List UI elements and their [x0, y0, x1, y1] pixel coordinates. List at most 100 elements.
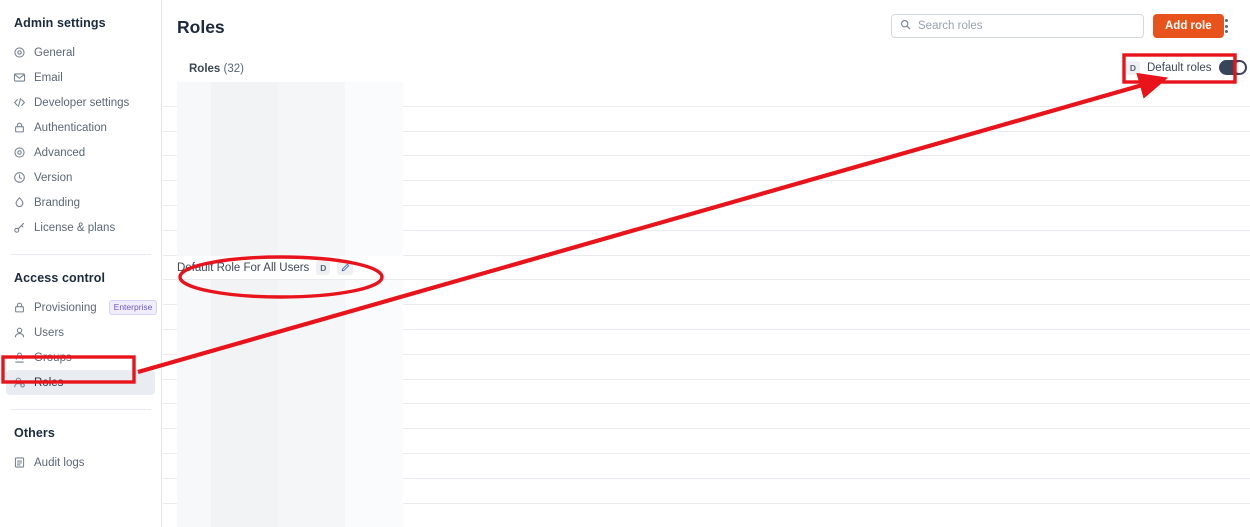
kebab-dot — [1224, 19, 1228, 22]
table-row[interactable] — [163, 305, 1250, 330]
key-icon — [13, 221, 26, 234]
roles-count-text: Roles — [189, 63, 221, 75]
sidebar-item-label: License & plans — [34, 221, 116, 234]
redacted-cells — [177, 156, 403, 182]
table-row[interactable] — [163, 404, 1250, 430]
redacted-cells — [177, 453, 403, 479]
redacted-cells — [177, 503, 403, 527]
default-roles-label: Default roles — [1147, 61, 1212, 74]
sidebar-divider — [10, 409, 151, 410]
sidebar-item-label: Provisioning — [34, 301, 97, 314]
sidebar-item-label: Version — [34, 171, 73, 184]
sidebar-section-title: Access control — [14, 271, 106, 285]
sidebar-section-title: Others — [14, 426, 55, 440]
redacted-cells — [177, 106, 403, 132]
default-roles-toggle[interactable]: D Default roles — [1126, 60, 1247, 75]
sidebar-item-general[interactable]: General — [6, 40, 155, 65]
table-row[interactable] — [163, 354, 1250, 380]
lock-icon — [13, 301, 26, 314]
sidebar-item-label: Advanced — [34, 146, 86, 159]
sidebar-item-label: Roles — [34, 376, 64, 389]
search-box[interactable] — [891, 14, 1144, 38]
table-row[interactable] — [163, 106, 1250, 132]
user-role-icon — [13, 376, 26, 389]
table-row[interactable] — [163, 156, 1250, 182]
sidebar-item-groups[interactable]: Groups — [6, 345, 155, 370]
sidebar-item-version[interactable]: Version — [6, 165, 155, 190]
table-row[interactable]: Default Role For All Users D — [163, 256, 1250, 281]
enterprise-badge: Enterprise — [108, 300, 158, 315]
default-roles-badge: D — [1126, 60, 1140, 75]
kebab-dot — [1224, 24, 1228, 28]
redacted-cells — [177, 429, 403, 454]
roles-count-number: (32) — [223, 63, 244, 75]
table-row[interactable] — [163, 205, 1250, 231]
table-row[interactable] — [163, 379, 1250, 405]
search-input[interactable] — [918, 20, 1135, 32]
redacted-cells — [177, 354, 403, 380]
redacted-cells — [177, 379, 403, 405]
sidebar-item-users[interactable]: Users — [6, 320, 155, 345]
sidebar-item-label: Groups — [34, 351, 72, 364]
sidebar-item-label: Audit logs — [34, 456, 85, 469]
envelope-icon — [13, 71, 26, 84]
roles-table: Default Role For All Users D — [163, 82, 1250, 527]
default-roles-switch[interactable] — [1218, 60, 1247, 75]
droplet-icon — [13, 196, 26, 209]
sidebar: Admin settings General Email Developer sett… — [0, 0, 162, 527]
redacted-cells — [177, 131, 403, 157]
lock-icon — [13, 121, 26, 134]
sidebar-item-audit-logs[interactable]: Audit logs — [6, 450, 155, 475]
sidebar-section-title: Admin settings — [14, 16, 106, 30]
sidebar-item-license-plans[interactable]: License & plans — [6, 215, 155, 240]
table-row[interactable] — [163, 429, 1250, 454]
users-icon — [13, 351, 26, 364]
redacted-cells — [177, 82, 403, 107]
redacted-cells — [177, 329, 403, 355]
more-options-icon[interactable] — [1215, 14, 1237, 38]
search-icon — [900, 17, 911, 35]
table-row[interactable] — [163, 503, 1250, 527]
role-name: Default Role For All Users — [177, 261, 310, 274]
sidebar-item-label: Email — [34, 71, 63, 84]
roles-count-label: Roles (32) — [189, 63, 244, 75]
sidebar-item-label: Developer settings — [34, 96, 130, 109]
sidebar-item-branding[interactable]: Branding — [6, 190, 155, 215]
table-row[interactable] — [163, 280, 1250, 306]
table-row[interactable] — [163, 230, 1250, 256]
table-row[interactable] — [163, 181, 1250, 206]
switch-knob — [1233, 62, 1245, 73]
clock-icon — [13, 171, 26, 184]
redacted-cells — [177, 404, 403, 430]
sidebar-item-label: General — [34, 46, 75, 59]
add-role-button[interactable]: Add role — [1153, 14, 1224, 38]
gear-icon — [13, 146, 26, 159]
pencil-icon[interactable] — [337, 260, 354, 276]
sidebar-item-email[interactable]: Email — [6, 65, 155, 90]
kebab-dot — [1224, 30, 1228, 33]
sidebar-item-advanced[interactable]: Advanced — [6, 140, 155, 165]
document-icon — [13, 456, 26, 469]
redacted-cells — [177, 205, 403, 231]
default-role-badge: D — [316, 260, 331, 275]
sidebar-item-provisioning[interactable]: Provisioning Enterprise — [6, 295, 158, 320]
main-content: Roles Add role Roles (32) D Default role… — [163, 0, 1250, 527]
user-icon — [13, 326, 26, 339]
sidebar-item-authentication[interactable]: Authentication — [6, 115, 155, 140]
table-row[interactable] — [163, 131, 1250, 157]
redacted-cells — [177, 230, 403, 256]
redacted-cells — [177, 305, 403, 330]
code-icon — [13, 96, 26, 109]
table-row[interactable] — [163, 478, 1250, 504]
sidebar-item-label: Users — [34, 326, 65, 339]
table-row[interactable] — [163, 329, 1250, 355]
table-row[interactable] — [163, 82, 1250, 107]
sidebar-item-developer-settings[interactable]: Developer settings — [6, 90, 155, 115]
redacted-cells — [177, 280, 403, 306]
sidebar-item-label: Branding — [34, 196, 81, 209]
table-row[interactable] — [163, 453, 1250, 479]
sidebar-item-roles[interactable]: Roles — [6, 370, 155, 395]
page-title: Roles — [177, 17, 225, 37]
gear-icon — [13, 46, 26, 59]
redacted-cells — [177, 181, 403, 206]
